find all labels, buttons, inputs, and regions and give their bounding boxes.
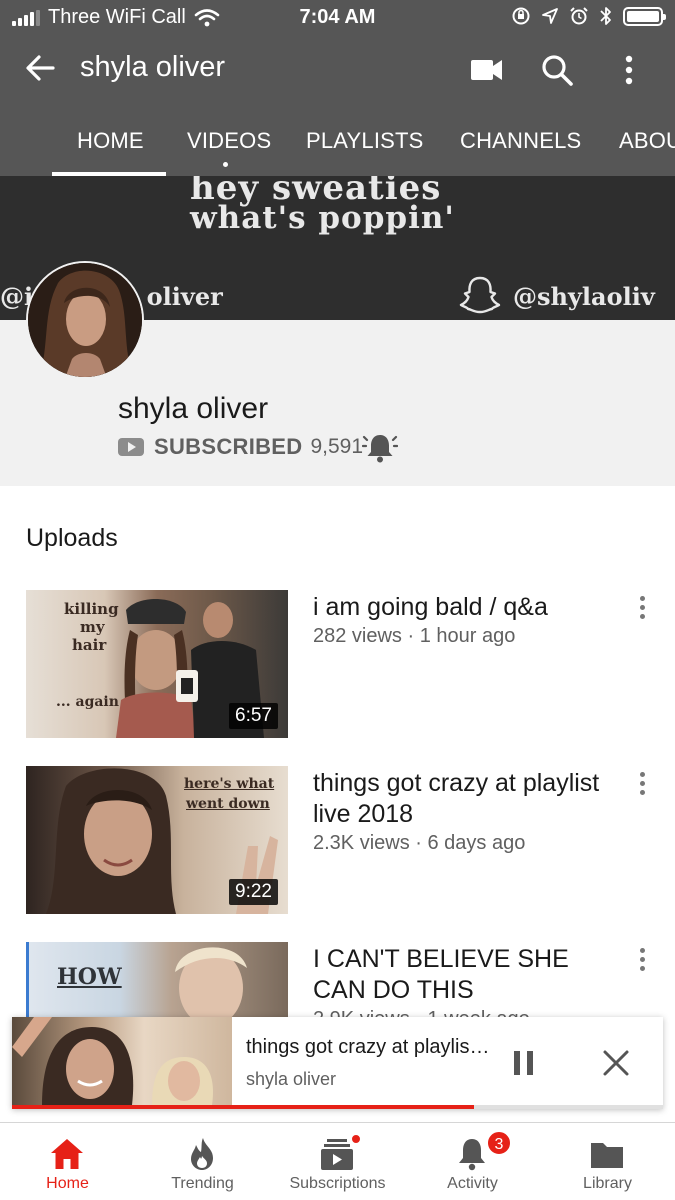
nav-label: Home — [46, 1175, 89, 1192]
miniplayer-thumbnail[interactable] — [12, 1017, 232, 1105]
location-icon — [542, 8, 558, 24]
video-meta: 282 views · 1 hour ago — [313, 625, 516, 647]
uploads-heading: Uploads — [26, 524, 118, 552]
video-item[interactable]: killing my hair ... again 6:57 i am goin… — [26, 590, 650, 740]
app-bar: shyla oliver — [0, 36, 675, 104]
thumbnail-caption: here's what — [184, 776, 275, 792]
miniplayer-title[interactable]: things got crazy at playlis… — [246, 1036, 489, 1059]
close-icon[interactable] — [602, 1049, 630, 1077]
tab-playlists[interactable]: PLAYLISTS — [306, 128, 424, 154]
video-more-options-icon[interactable] — [634, 596, 650, 622]
video-title[interactable]: I CAN'T BELIEVE SHE CAN DO THIS — [313, 944, 603, 1006]
search-icon[interactable] — [537, 50, 577, 90]
video-item[interactable]: here's what went down 9:22 things got cr… — [26, 766, 650, 916]
back-arrow-icon[interactable] — [22, 50, 58, 86]
pause-icon[interactable] — [512, 1050, 536, 1076]
video-duration: 6:57 — [229, 703, 278, 729]
video-camera-icon[interactable] — [467, 50, 507, 90]
battery-icon — [623, 6, 666, 26]
thumbnail-caption: my — [80, 618, 105, 636]
rotation-lock-icon — [512, 7, 530, 25]
nav-home[interactable]: Home — [0, 1123, 135, 1200]
thumbnail-caption: went down — [186, 796, 270, 812]
video-meta: 2.3K views · 6 days ago — [313, 832, 526, 854]
bottom-navigation: Home Trending Subscriptions 3 Activity L… — [0, 1122, 675, 1200]
nav-label: Trending — [171, 1175, 234, 1192]
bluetooth-icon — [600, 7, 611, 25]
miniplayer-progress-bar[interactable] — [12, 1105, 663, 1109]
video-thumbnail[interactable]: killing my hair ... again 6:57 — [26, 590, 288, 738]
video-more-options-icon[interactable] — [634, 948, 650, 974]
banner-handle-right: @shylaoliv — [513, 282, 655, 311]
folder-icon — [591, 1143, 623, 1168]
subscriber-count: 9,591 — [310, 435, 364, 458]
page-title: shyla oliver — [80, 51, 226, 83]
flame-icon — [191, 1138, 213, 1170]
subscribed-button[interactable]: SUBSCRIBED — [154, 434, 302, 460]
nav-subscriptions[interactable]: Subscriptions — [270, 1123, 405, 1200]
channel-name: shyla oliver — [118, 392, 269, 425]
miniplayer-progress-fill — [12, 1105, 475, 1109]
snapchat-icon — [459, 276, 501, 314]
video-title[interactable]: i am going bald / q&a — [313, 592, 603, 623]
youtube-logo-icon — [118, 438, 144, 456]
nav-label: Activity — [447, 1175, 498, 1192]
nav-activity[interactable]: 3 Activity — [405, 1123, 540, 1200]
thumbnail-caption: ... again — [56, 694, 119, 710]
home-icon — [51, 1139, 83, 1169]
thumbnail-caption: killing — [64, 600, 119, 618]
nav-library[interactable]: Library — [540, 1123, 675, 1200]
subscription-row: SUBSCRIBED 9,591 — [118, 434, 363, 460]
miniplayer[interactable]: things got crazy at playlis… shyla olive… — [12, 1017, 663, 1109]
channel-avatar[interactable] — [26, 261, 144, 379]
tab-videos[interactable]: VIDEOS — [187, 128, 271, 154]
nav-label: Library — [583, 1175, 632, 1192]
thumbnail-caption: HOW — [57, 964, 122, 990]
tab-home[interactable]: HOME — [77, 128, 144, 154]
status-bar: Three WiFi Call 7:04 AM — [0, 0, 675, 36]
nav-label: Subscriptions — [289, 1175, 386, 1192]
notification-bell-icon[interactable] — [362, 430, 398, 466]
video-duration: 9:22 — [229, 879, 278, 905]
channel-tabs: HOME VIDEOS PLAYLISTS CHANNELS ABOU — [0, 104, 675, 176]
banner-text-line2: what's poppin' — [190, 200, 455, 236]
miniplayer-channel: shyla oliver — [246, 1069, 337, 1089]
thumbnail-caption: hair — [72, 636, 107, 654]
new-subscription-dot — [350, 1133, 362, 1145]
new-content-dot — [223, 162, 228, 167]
video-title[interactable]: things got crazy at playlist live 2018 — [313, 768, 603, 830]
more-options-icon[interactable] — [609, 50, 649, 90]
nav-trending[interactable]: Trending — [135, 1123, 270, 1200]
alarm-icon — [570, 7, 588, 25]
tab-channels[interactable]: CHANNELS — [460, 128, 581, 154]
activity-badge: 3 — [486, 1130, 512, 1156]
video-more-options-icon[interactable] — [634, 772, 650, 798]
tab-about[interactable]: ABOU — [619, 128, 675, 154]
video-thumbnail[interactable]: here's what went down 9:22 — [26, 766, 288, 914]
